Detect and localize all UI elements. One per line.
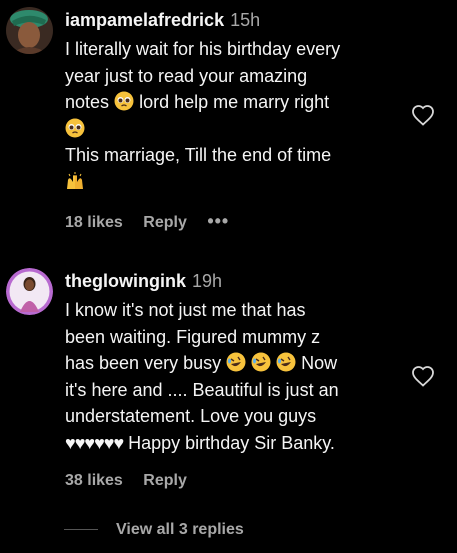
comment-line: has been very busy Now	[65, 350, 401, 377]
likes-count[interactable]: 38 likes	[65, 472, 123, 489]
comment-line: ♥♥♥♥♥♥ Happy birthday Sir Banky.	[65, 430, 401, 457]
comment-text: I know it's not just me that has been wa…	[65, 297, 401, 456]
comment-line-text: has been very busy	[65, 353, 222, 373]
comment-line: been waiting. Figured mummy z	[65, 326, 321, 347]
comment-header: theglowingink 19h	[65, 270, 222, 292]
heart-outline-icon[interactable]	[411, 365, 435, 387]
reply-button[interactable]: Reply	[143, 472, 187, 489]
comment-line-text: Now	[301, 353, 338, 373]
comment-line: I know it's not just me that has	[65, 300, 306, 320]
comment-line: understatement. Love you guys	[65, 406, 317, 426]
view-replies-label: View all 3 replies	[116, 521, 244, 538]
comment-actions: 38 likes Reply	[65, 472, 203, 490]
timestamp[interactable]: 19h	[192, 271, 222, 291]
rolling-on-floor-laughing-emoji	[251, 352, 271, 372]
comment-line-text: Happy birthday Sir Banky.	[128, 432, 335, 453]
rolling-on-floor-laughing-emoji	[226, 352, 246, 372]
hearts-emoji: ♥♥♥♥♥♥	[65, 432, 124, 453]
rolling-on-floor-laughing-emoji	[276, 352, 296, 372]
username[interactable]: theglowingink	[65, 271, 186, 291]
divider	[64, 529, 98, 531]
view-replies-button[interactable]: View all 3 replies	[64, 521, 244, 539]
comment-item: theglowingink 19h I know it's not just me…	[0, 0, 457, 500]
comment-line: it's here and .... Beautiful is just an	[65, 379, 339, 400]
avatar[interactable]	[6, 268, 53, 315]
